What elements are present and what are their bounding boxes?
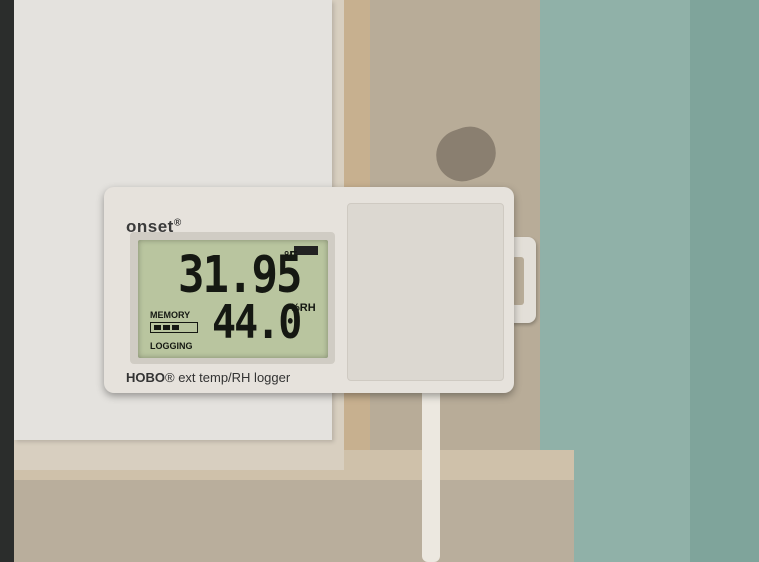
sensor-cable <box>422 388 440 562</box>
model-prefix: HOBO <box>126 370 165 385</box>
temperature-unit: °F <box>284 248 298 263</box>
dark-edge <box>0 0 14 562</box>
memory-label: MEMORY <box>150 310 191 320</box>
humidity-readout: 44.0 <box>212 296 302 350</box>
photo-scene: onset® 31.95 °F MEMORY 44.0 %RH LOGGING … <box>0 0 759 562</box>
model-description: ext temp/RH logger <box>174 370 291 385</box>
brand-reg-mark: ® <box>173 217 182 229</box>
model-reg-mark: ® <box>165 370 175 385</box>
model-label: HOBO® ext temp/RH logger <box>126 370 290 385</box>
memory-bar-icon <box>150 322 198 333</box>
humidity-unit: %RH <box>290 302 316 314</box>
button-panel[interactable] <box>347 203 504 381</box>
logging-label: LOGGING <box>150 341 193 351</box>
lcd-screen: 31.95 °F MEMORY 44.0 %RH LOGGING <box>138 240 328 358</box>
carved-scrolls <box>14 480 574 562</box>
data-logger: onset® 31.95 °F MEMORY 44.0 %RH LOGGING … <box>104 187 514 393</box>
